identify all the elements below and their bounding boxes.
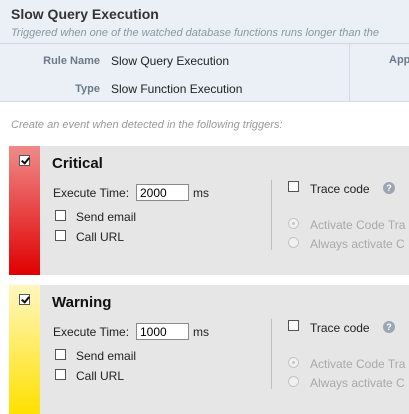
- trigger-panel-critical: Critical Execute Time: ms Send email Cal…: [9, 146, 409, 275]
- execute-time-label: Execute Time:: [53, 186, 130, 200]
- send-email-label: Send email: [76, 210, 137, 224]
- activate-code-trace-radio[interactable]: [288, 357, 299, 368]
- call-url-checkbox[interactable]: [55, 230, 66, 241]
- rule-description: Triggered when one of the watched databa…: [11, 27, 379, 39]
- options-divider: [271, 319, 272, 389]
- options-divider: [271, 180, 272, 250]
- warning-enabled-checkbox[interactable]: [19, 294, 30, 305]
- trigger-title: Warning: [52, 294, 112, 311]
- send-email-label: Send email: [76, 349, 137, 363]
- question-help-icon[interactable]: ?: [383, 321, 395, 333]
- always-activate-radio[interactable]: [288, 376, 299, 387]
- rule-name-value: Slow Query Execution: [111, 54, 230, 68]
- trace-code-checkbox[interactable]: [288, 320, 299, 331]
- trigger-panel-warning: Warning Execute Time: ms Send email Call…: [9, 285, 409, 414]
- call-url-label: Call URL: [76, 230, 125, 244]
- trace-code-label: Trace code: [310, 321, 370, 335]
- execute-time-input[interactable]: [136, 323, 189, 340]
- always-activate-radio[interactable]: [288, 237, 299, 248]
- app-label: App: [389, 54, 409, 66]
- execute-time-unit: ms: [193, 325, 209, 339]
- critical-enabled-checkbox[interactable]: [19, 155, 30, 166]
- trigger-instructions: Create an event when detected in the fol…: [11, 119, 283, 131]
- trace-code-checkbox[interactable]: [288, 181, 299, 192]
- column-divider: [349, 44, 350, 102]
- activate-code-trace-radio[interactable]: [288, 218, 299, 229]
- rule-title: Slow Query Execution: [11, 6, 159, 22]
- type-value: Slow Function Execution: [111, 82, 243, 96]
- trigger-title: Critical: [52, 155, 103, 172]
- execute-time-unit: ms: [193, 186, 209, 200]
- trace-code-label: Trace code: [310, 182, 370, 196]
- send-email-checkbox[interactable]: [55, 210, 66, 221]
- send-email-checkbox[interactable]: [55, 349, 66, 360]
- always-activate-label: Always activate C: [310, 376, 405, 390]
- execute-time-input[interactable]: [136, 184, 189, 201]
- header-divider: [0, 43, 409, 44]
- type-label: Type: [75, 83, 100, 95]
- always-activate-label: Always activate C: [310, 237, 405, 251]
- rule-name-label: Rule Name: [43, 55, 100, 67]
- activate-code-trace-label: Activate Code Tra: [310, 357, 406, 371]
- call-url-label: Call URL: [76, 369, 125, 383]
- execute-time-label: Execute Time:: [53, 325, 130, 339]
- question-help-icon[interactable]: ?: [383, 182, 395, 194]
- rule-header: Slow Query Execution Triggered when one …: [0, 0, 409, 102]
- call-url-checkbox[interactable]: [55, 369, 66, 380]
- activate-code-trace-label: Activate Code Tra: [310, 218, 406, 232]
